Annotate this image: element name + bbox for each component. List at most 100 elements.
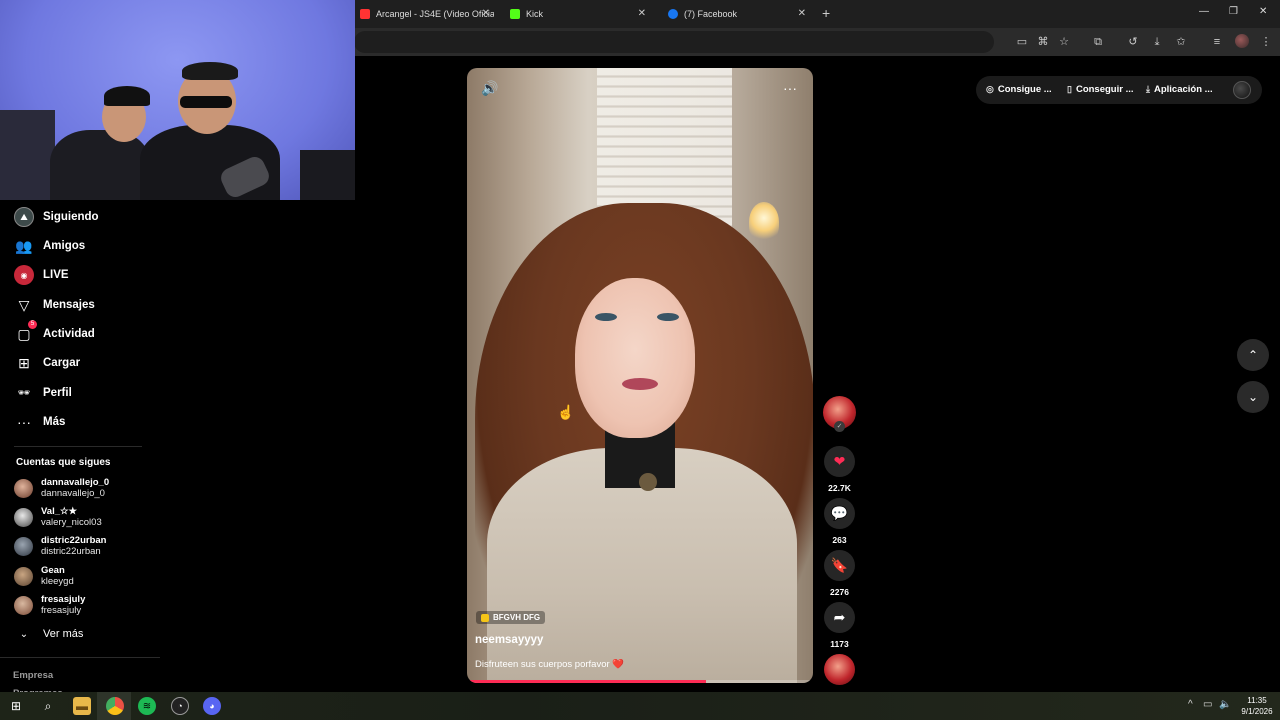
upload-icon: ⊞ bbox=[18, 354, 30, 371]
save-action[interactable]: 🔖 2276 bbox=[823, 550, 856, 597]
share-icon[interactable]: ➦ bbox=[824, 602, 855, 633]
account-item[interactable]: dannavallejo_0 dannavallejo_0 bbox=[14, 474, 109, 502]
chevron-up-icon: ⌃ bbox=[1247, 348, 1259, 362]
discord-icon[interactable]: ◕ bbox=[203, 697, 221, 715]
volume-icon[interactable]: 🔊 bbox=[481, 80, 498, 97]
account-username: fresasjuly bbox=[41, 605, 82, 616]
top-actions-bar: ◎ Consigue ... ▯ Conseguir ... ⤓ Aplicac… bbox=[976, 76, 1262, 104]
get-app-button[interactable]: ▯ Conseguir ... bbox=[1067, 84, 1134, 95]
close-tab-icon[interactable]: ✕ bbox=[638, 8, 646, 19]
video-player[interactable]: 🔊 ··· BFGVH DFG neemsayyyy Disfruteen su… bbox=[467, 68, 813, 683]
account-text: fresasjuly fresasjuly bbox=[41, 594, 85, 616]
account-username: valery_nicol03 bbox=[41, 517, 102, 528]
comment-icon[interactable]: 💬 bbox=[824, 498, 855, 529]
next-video-button[interactable]: ⌄ bbox=[1237, 381, 1269, 413]
chevron-down-icon: ⌄ bbox=[19, 628, 29, 640]
follow-check-icon[interactable]: ✓ bbox=[834, 421, 845, 432]
sunglasses-image bbox=[180, 96, 232, 108]
tab-facebook[interactable]: (7) Facebook ✕ bbox=[662, 0, 814, 28]
nav-following[interactable]: ⛰ Siguiendo bbox=[14, 205, 99, 229]
tab-kick[interactable]: Kick ✕ bbox=[504, 0, 654, 28]
nav-label: Perfil bbox=[43, 387, 72, 399]
restore-icon[interactable]: ❐ bbox=[1229, 6, 1238, 17]
heart-icon[interactable]: ❤ bbox=[824, 446, 855, 477]
favorites-icon[interactable]: ✩ bbox=[1173, 34, 1189, 50]
reading-list-icon[interactable]: ≡ bbox=[1209, 34, 1225, 50]
bookmark-star-icon[interactable]: ☆ bbox=[1056, 34, 1072, 50]
search-icon[interactable]: ⌕ bbox=[39, 697, 57, 715]
user-avatar[interactable] bbox=[1233, 81, 1251, 99]
eye-image bbox=[595, 313, 617, 321]
share-action[interactable]: ➦ 1173 bbox=[823, 602, 856, 649]
speaker-icon[interactable]: 🔈 bbox=[1219, 699, 1231, 710]
account-item[interactable]: Val_☆★ valery_nicol03 bbox=[14, 503, 102, 531]
activity-icon: ▢ 5 bbox=[14, 320, 37, 344]
account-item[interactable]: fresasjuly fresasjuly bbox=[14, 591, 85, 619]
history-icon[interactable]: ↺ bbox=[1125, 34, 1141, 50]
hand-cursor-icon: ☝ bbox=[557, 404, 575, 420]
get-coins-button[interactable]: ◎ Consigue ... bbox=[986, 84, 1052, 95]
tray-chevron-icon[interactable]: ^ bbox=[1188, 699, 1193, 710]
system-clock[interactable]: 11:35 9/1/2026 bbox=[1238, 695, 1276, 717]
comment-action[interactable]: 💬 263 bbox=[823, 498, 856, 545]
nav-profile[interactable]: 🕶 Perfil bbox=[14, 381, 72, 405]
video-author[interactable]: neemsayyyy bbox=[475, 634, 543, 646]
nav-live[interactable]: ◉ LIVE bbox=[14, 263, 69, 287]
like-action[interactable]: ❤ 22.7K bbox=[823, 446, 856, 493]
get-app-label: Conseguir ... bbox=[1075, 84, 1134, 95]
coat-button-image bbox=[639, 473, 657, 491]
close-tab-icon[interactable]: ✕ bbox=[482, 8, 490, 19]
minimize-icon[interactable]: — bbox=[1199, 6, 1209, 17]
effect-tag[interactable]: BFGVH DFG bbox=[476, 611, 546, 624]
previous-video-button[interactable]: ⌃ bbox=[1237, 339, 1269, 371]
new-tab-icon[interactable]: + bbox=[822, 5, 830, 21]
nav-activity[interactable]: ▢ 5 Actividad bbox=[14, 320, 95, 346]
share-count: 1173 bbox=[830, 639, 849, 649]
file-explorer-icon[interactable]: ▬ bbox=[73, 697, 91, 715]
account-item[interactable]: Gean kleeygd bbox=[14, 562, 74, 590]
tab-arcangel[interactable]: Arcangel - JS4E (Video Oficial) | ✕ bbox=[354, 0, 498, 28]
hair-image bbox=[182, 62, 238, 80]
wall-lamp-image bbox=[749, 202, 779, 242]
video-progress-bar[interactable] bbox=[467, 680, 813, 683]
address-bar[interactable] bbox=[354, 31, 994, 53]
cast-icon[interactable]: ▭ bbox=[1014, 34, 1030, 50]
save-count: 2276 bbox=[830, 587, 849, 597]
browser-menu-icon[interactable]: ⋮ bbox=[1258, 34, 1274, 50]
more-icon: ··· bbox=[17, 414, 31, 430]
clock-time: 11:35 bbox=[1247, 696, 1267, 705]
sound-disc-avatar[interactable] bbox=[824, 654, 855, 685]
account-item[interactable]: distric22urban distric22urban bbox=[14, 532, 106, 560]
see-more-button[interactable]: ⌄ Ver más bbox=[14, 622, 84, 646]
translate-icon[interactable]: ⌘ bbox=[1035, 34, 1051, 50]
eye-image bbox=[657, 313, 679, 321]
chevron-down-icon: ⌄ bbox=[1247, 390, 1259, 404]
nav-friends[interactable]: 👥 Amigos bbox=[14, 234, 85, 258]
footer-link-company[interactable]: Empresa bbox=[13, 670, 53, 681]
nav-messages[interactable]: ▽ Mensajes bbox=[14, 293, 95, 317]
bookmark-icon[interactable]: 🔖 bbox=[824, 550, 855, 581]
extensions-icon[interactable]: ⧉ bbox=[1090, 34, 1106, 50]
windows-start-icon[interactable]: ⊞ bbox=[7, 697, 25, 715]
obs-icon[interactable]: ◔ bbox=[171, 697, 189, 715]
download-icon[interactable]: ⤓ bbox=[1149, 34, 1165, 50]
account-name: Gean bbox=[41, 565, 65, 576]
face-image bbox=[575, 278, 695, 438]
more-options-icon[interactable]: ··· bbox=[783, 80, 797, 96]
avatar bbox=[14, 536, 33, 556]
account-name: Val_☆★ bbox=[41, 506, 78, 517]
window-close-icon[interactable]: ✕ bbox=[1259, 6, 1267, 17]
network-icon[interactable]: ▭ bbox=[1203, 699, 1212, 710]
nav-more[interactable]: ··· Más bbox=[14, 410, 65, 434]
nav-label: Mensajes bbox=[43, 299, 95, 311]
close-tab-icon[interactable]: ✕ bbox=[798, 8, 806, 19]
avatar bbox=[14, 595, 33, 615]
desktop-app-button[interactable]: ⤓ Aplicación ... bbox=[1146, 84, 1213, 95]
messages-icon: ▽ bbox=[18, 296, 30, 313]
activity-badge: 5 bbox=[28, 320, 37, 329]
nav-upload[interactable]: ⊞ Cargar bbox=[14, 351, 80, 375]
clock-date: 9/1/2026 bbox=[1241, 707, 1273, 716]
spotify-icon[interactable]: ≋ bbox=[138, 697, 156, 715]
coin-icon: ◎ bbox=[986, 84, 994, 94]
browser-profile-avatar[interactable] bbox=[1235, 34, 1249, 48]
